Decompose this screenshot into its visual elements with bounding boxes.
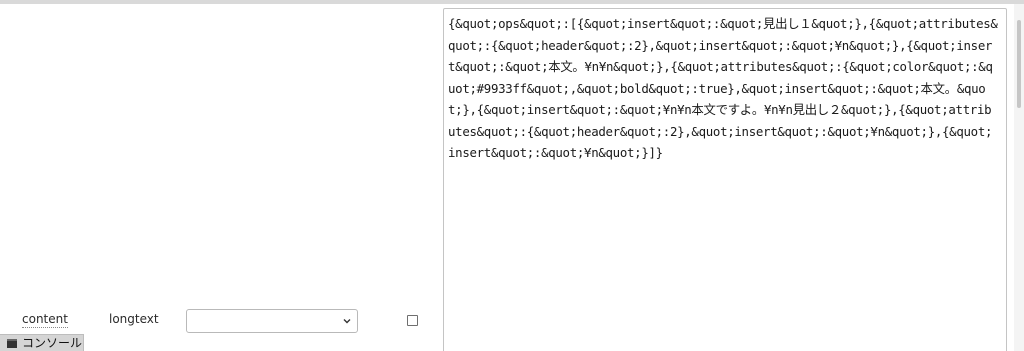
field-name-label: content <box>22 312 68 328</box>
json-content-textarea[interactable]: {&quot;ops&quot;:[{&quot;insert&quot;:&q… <box>443 8 1007 351</box>
console-tab[interactable]: コンソール <box>0 334 84 351</box>
scrollbar-thumb[interactable] <box>1017 20 1021 108</box>
vertical-scrollbar[interactable] <box>1014 4 1024 351</box>
field-type-label: longtext <box>109 312 159 326</box>
top-border <box>0 0 1024 4</box>
field-checkbox[interactable] <box>407 315 418 326</box>
field-option-select[interactable] <box>186 309 358 333</box>
console-window-icon <box>7 339 17 348</box>
console-tab-label: コンソール <box>22 336 83 350</box>
page: {&quot;ops&quot;:[{&quot;insert&quot;:&q… <box>0 0 1024 351</box>
chevron-down-icon <box>343 319 351 324</box>
